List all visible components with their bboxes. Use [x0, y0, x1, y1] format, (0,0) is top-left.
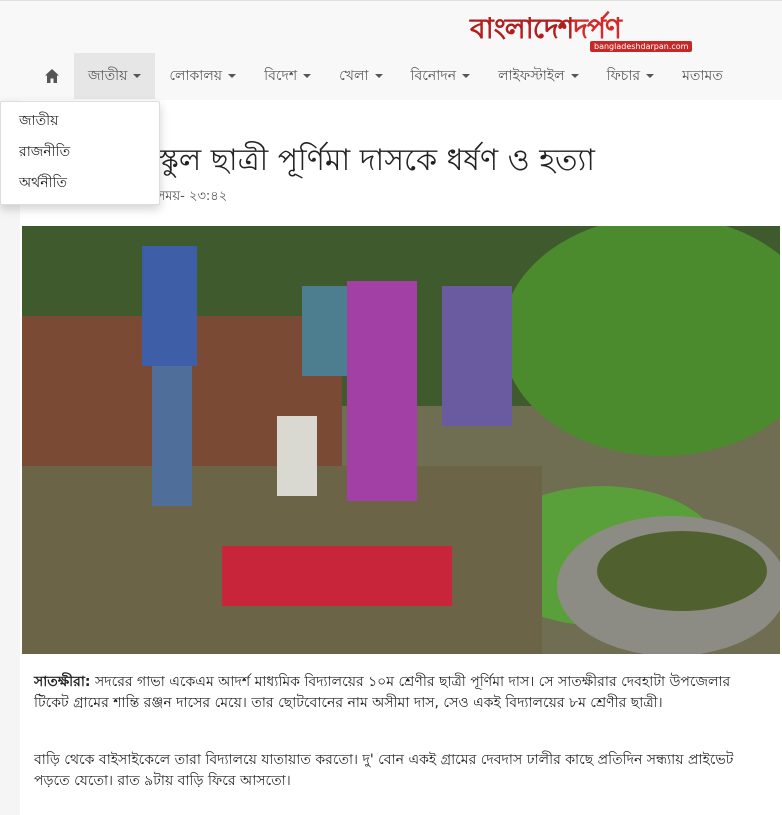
nav-label: খেলা: [339, 68, 369, 84]
article-paragraph-1: সাতক্ষীরা: সদরের গাভা একেএম আদর্শ মাধ্যম…: [34, 672, 769, 714]
home-icon: [44, 68, 60, 84]
caret-down-icon: [303, 74, 312, 78]
dropdown-item-national[interactable]: জাতীয়: [1, 106, 159, 137]
nav-item-feature[interactable]: ফিচার: [593, 53, 669, 99]
article-paragraph-2: বাড়ি থেকে বাইসাইকেলে তারা বিদ্যালয়ে যা…: [34, 752, 734, 789]
site-header: বাংলাদেশদর্পণ bangladeshdarpan.com জাতীয…: [0, 0, 782, 101]
dropdown-item-politics[interactable]: রাজনীতি: [1, 137, 159, 168]
nav-item-lifestyle[interactable]: লাইফস্টাইল: [484, 53, 593, 99]
dropdown-item-economy[interactable]: অর্থনীতি: [1, 168, 159, 199]
caret-down-icon: [133, 74, 142, 78]
nav-item-national[interactable]: জাতীয়: [74, 53, 156, 99]
nav-item-abroad[interactable]: বিদেশ: [250, 53, 325, 99]
nav-home[interactable]: [30, 53, 74, 99]
article-photo: [22, 226, 780, 654]
nav-label: বিনোদন: [410, 68, 457, 84]
nav-label: মতামত: [682, 68, 723, 84]
main-nav: জাতীয় লোকালয় বিদেশ খেলা বিনোদন লাইফস্ট…: [30, 53, 737, 99]
nav-label: লাইফস্টাইল: [498, 68, 565, 84]
nav-item-opinion[interactable]: মতামত: [668, 53, 737, 99]
nav-label: ফিচার: [606, 68, 641, 84]
caret-down-icon: [228, 74, 237, 78]
paragraph-text: সদরের গাভা একেএম আদর্শ মাধ্যমিক বিদ্যালয…: [34, 674, 731, 711]
nav-label: বিদেশ: [264, 68, 298, 84]
caret-down-icon: [646, 74, 655, 78]
logo-text-primary: বাংলাদেশ: [470, 12, 574, 45]
nav-item-local[interactable]: লোকালয়: [155, 53, 250, 99]
caret-down-icon: [570, 74, 579, 78]
article-dateline: সাতক্ষীরা:: [34, 674, 91, 690]
nav-item-entertainment[interactable]: বিনোদন: [397, 53, 485, 99]
nav-label: জাতীয়: [88, 68, 128, 84]
nav-label: লোকালয়: [169, 68, 223, 84]
nav-dropdown-menu: জাতীয় রাজনীতি অর্থনীতি: [0, 101, 160, 205]
article-title: য় স্কুল ছাত্রী পূর্ণিমা দাসকে ধর্ষণ ও হ…: [130, 143, 595, 179]
site-logo[interactable]: বাংলাদেশদর্পণ bangladeshdarpan.com: [470, 7, 693, 55]
nav-item-sports[interactable]: খেলা: [325, 53, 396, 99]
logo-domain: bangladeshdarpan.com: [590, 41, 693, 52]
caret-down-icon: [462, 74, 471, 78]
caret-down-icon: [374, 74, 383, 78]
